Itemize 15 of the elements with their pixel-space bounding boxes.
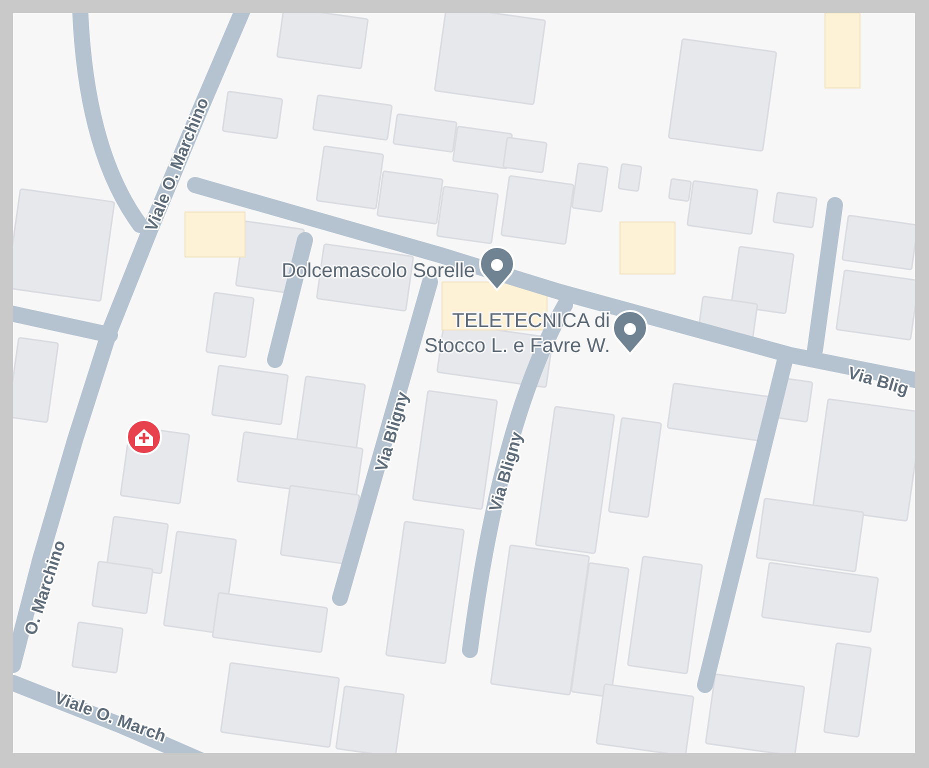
lot-area: [184, 212, 246, 258]
lot-area: [620, 222, 676, 274]
building: [436, 186, 499, 244]
street-label: Viale O. March: [52, 688, 168, 746]
hospital-marker-icon[interactable]: [126, 419, 162, 455]
building: [502, 136, 548, 174]
street-label: Via Bligny: [486, 430, 526, 514]
place-pin-icon[interactable]: [479, 246, 515, 291]
place-pin-icon[interactable]: [612, 310, 648, 355]
building: [618, 162, 642, 192]
street-label: Via Bligny: [372, 390, 412, 474]
place-label[interactable]: Dolcemascolo Sorelle: [282, 260, 475, 282]
street-label: Via Blig: [846, 363, 911, 399]
building: [772, 192, 818, 228]
place-label[interactable]: TELETECNICA di Stocco L. e Favre W.: [424, 310, 610, 357]
